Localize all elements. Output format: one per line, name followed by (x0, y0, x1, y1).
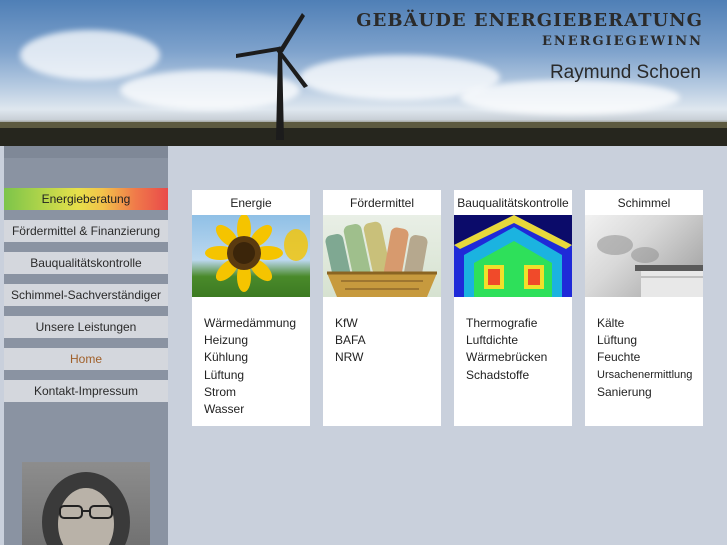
list-item[interactable]: Wärmebrücken (466, 349, 572, 366)
treeline (0, 128, 727, 146)
sidebar-item-energieberatung[interactable]: Energieberatung (4, 188, 168, 210)
header-banner: GEBÄUDE ENERGIEBERATUNG ENERGIEGEWINN Ra… (0, 0, 727, 146)
sidebar-item-bauqualitaetskontrolle[interactable]: Bauqualitätskontrolle (4, 252, 168, 274)
sidebar-item-schimmel[interactable]: Schimmel-Sachverständiger (4, 284, 168, 306)
list-item[interactable]: Lüftung (204, 367, 310, 384)
card-list: Kälte Lüftung Feuchte Ursachenermittlung… (585, 297, 703, 401)
list-item[interactable]: Kühlung (204, 349, 310, 366)
card-bauqualitaetskontrolle[interactable]: Bauqualitätskontrolle Thermografie Luftd… (454, 190, 572, 426)
main-content: Energie Wärmedämmung Heizung Kühlung Lüf… (168, 146, 727, 545)
cloud (460, 80, 680, 115)
list-item[interactable]: NRW (335, 349, 441, 366)
page: GEBÄUDE ENERGIEBERATUNG ENERGIEGEWINN Ra… (0, 0, 727, 545)
list-item[interactable]: Wärmedämmung (204, 315, 310, 332)
sidebar-item-kontakt[interactable]: Kontakt-Impressum (4, 380, 168, 402)
card-title[interactable]: Schimmel (585, 190, 703, 215)
list-item[interactable]: KfW (335, 315, 441, 332)
sidebar: Energieberatung Fördermittel & Finanzier… (4, 146, 168, 545)
sidebar-item-home[interactable]: Home (4, 348, 168, 370)
sidebar-top-band (4, 146, 168, 158)
card-foerdermittel[interactable]: Fördermittel KfW BAFA NRW (323, 190, 441, 426)
list-item[interactable]: Thermografie (466, 315, 572, 332)
card-list: Thermografie Luftdichte Wärmebrücken Sch… (454, 297, 572, 384)
list-item[interactable]: Wasser (204, 401, 310, 418)
list-item[interactable]: Ursachenermittlung (597, 367, 703, 384)
list-item[interactable]: BAFA (335, 332, 441, 349)
money-basket-image[interactable] (323, 215, 441, 297)
list-item[interactable]: Kälte (597, 315, 703, 332)
list-item[interactable]: Sanierung (597, 384, 703, 401)
owner-name: Raymund Schoen (549, 62, 701, 83)
sidebar-item-leistungen[interactable]: Unsere Leistungen (4, 316, 168, 338)
list-item[interactable]: Luftdichte (466, 332, 572, 349)
sunflower-image[interactable] (192, 215, 310, 297)
mold-wall-image[interactable] (585, 215, 703, 297)
card-title[interactable]: Bauqualitätskontrolle (454, 190, 572, 215)
list-item[interactable]: Schadstoffe (466, 367, 572, 384)
card-energie[interactable]: Energie Wärmedämmung Heizung Kühlung Lüf… (192, 190, 310, 426)
portrait-photo (22, 462, 150, 545)
site-title: GEBÄUDE ENERGIEBERATUNG (356, 10, 703, 31)
thermography-image[interactable] (454, 215, 572, 297)
list-item[interactable]: Strom (204, 384, 310, 401)
card-list: KfW BAFA NRW (323, 297, 441, 367)
sidebar-item-foerdermittel[interactable]: Fördermittel & Finanzierung (4, 220, 168, 242)
card-schimmel[interactable]: Schimmel Kälte Lüftung Feuchte Ursachene… (585, 190, 703, 426)
card-title[interactable]: Energie (192, 190, 310, 215)
list-item[interactable]: Feuchte (597, 349, 703, 366)
card-title[interactable]: Fördermittel (323, 190, 441, 215)
wind-turbine-icon (236, 13, 308, 140)
list-item[interactable]: Heizung (204, 332, 310, 349)
site-subtitle: ENERGIEGEWINN (541, 34, 703, 49)
cloud (20, 30, 160, 80)
list-item[interactable]: Lüftung (597, 332, 703, 349)
card-list: Wärmedämmung Heizung Kühlung Lüftung Str… (192, 297, 310, 418)
